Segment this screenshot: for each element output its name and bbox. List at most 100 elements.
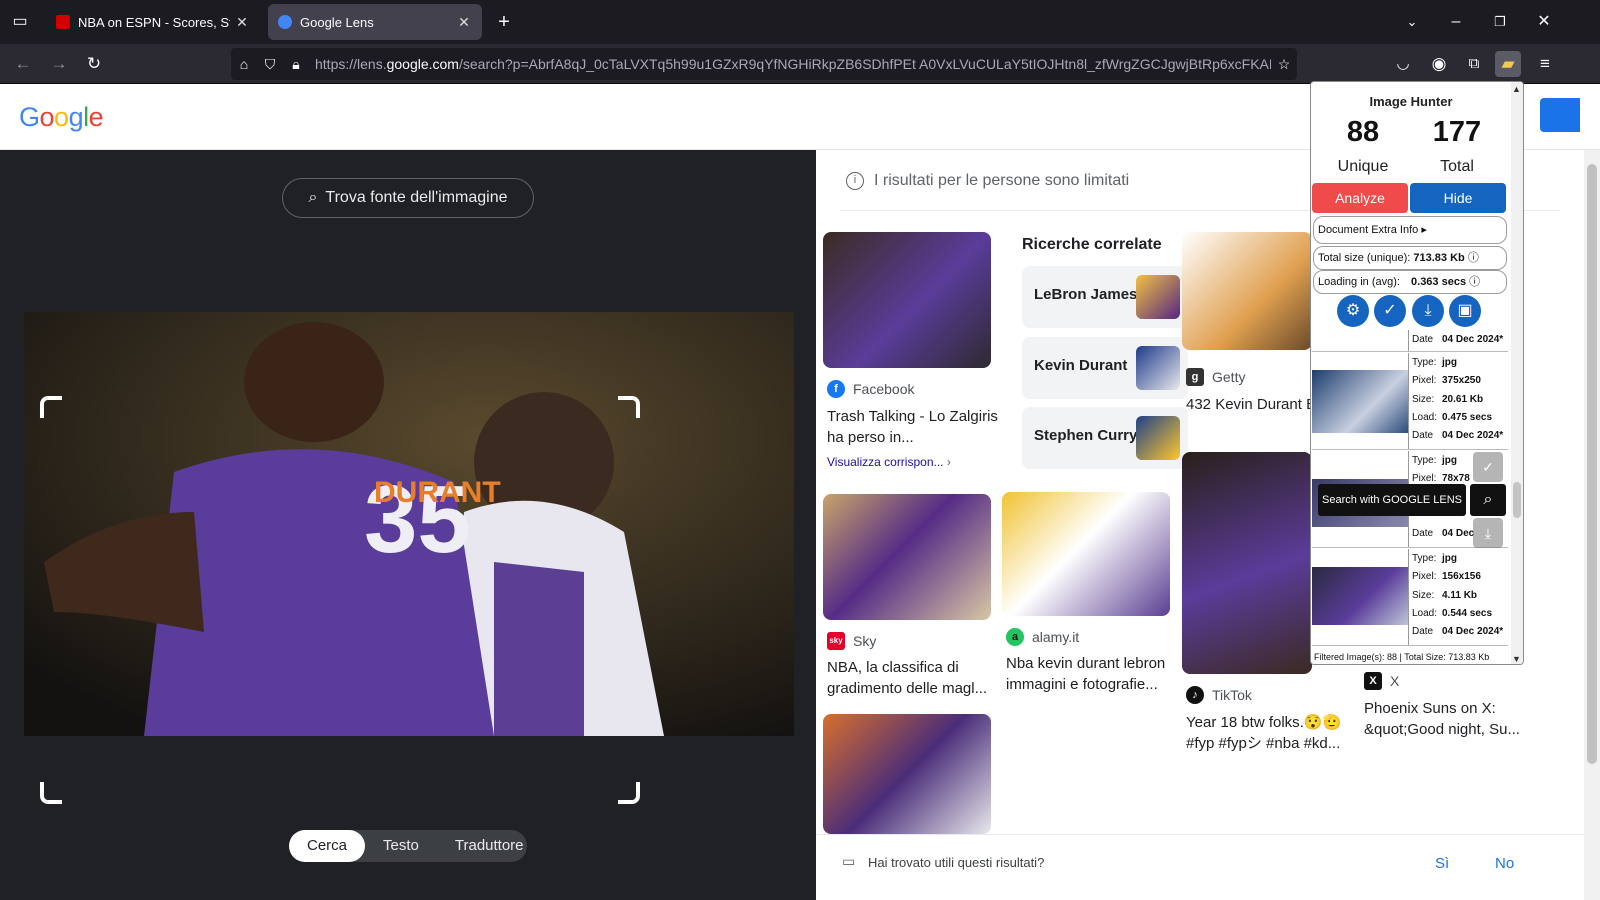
image-row: Type: jpg Pixel: 156x156 Size: 4.11 Kb Load…	[1312, 549, 1508, 646]
crop-handle-top-right[interactable]	[618, 396, 640, 418]
select-image-check-icon[interactable]: ✓	[1473, 452, 1503, 482]
download-icon[interactable]: ⤓	[1412, 295, 1444, 327]
close-tab-icon[interactable]: ✕	[234, 14, 250, 31]
list-tabs-icon[interactable]: ⌄	[1400, 10, 1424, 34]
result-image[interactable]	[823, 232, 991, 368]
hide-button[interactable]: Hide	[1410, 183, 1506, 213]
image-hunter-title: Image Hunter	[1369, 94, 1453, 109]
lock-icon[interactable]: 🔒︎	[283, 56, 309, 73]
result-title[interactable]: Trash Talking - Lo Zalgiris ha perso in.…	[827, 406, 999, 448]
mode-search[interactable]: Cerca	[289, 830, 366, 862]
feedback-yes-button[interactable]: Sì	[1435, 855, 1449, 872]
result-source[interactable]: f Facebook	[827, 380, 914, 398]
find-source-label: Trova fonte dell'immagine	[325, 189, 508, 206]
result-source[interactable]: X X	[1364, 672, 1399, 690]
result-image[interactable]	[1002, 492, 1170, 616]
result-source[interactable]: sky Sky	[827, 632, 876, 650]
espn-favicon-icon	[56, 15, 70, 29]
thumbnail-picture	[1312, 567, 1408, 625]
tracking-shield-icon[interactable]: ⛉	[257, 56, 283, 73]
x-icon: X	[1364, 672, 1382, 690]
total-count: 177	[1432, 116, 1482, 148]
unique-count: 88	[1346, 116, 1380, 148]
result-title[interactable]: Nba kevin durant lebron immagini e fotog…	[1006, 653, 1178, 695]
menu-icon[interactable]: ≡	[1532, 51, 1558, 77]
image-hunter-extension-icon[interactable]: ▰	[1495, 51, 1521, 77]
document-extra-info-toggle[interactable]: Document Extra Info ▸	[1313, 216, 1507, 244]
extensions-icon[interactable]: ⧉	[1461, 51, 1487, 77]
new-tab-button[interactable]: +	[492, 10, 516, 34]
image-thumbnail[interactable]	[1312, 353, 1409, 449]
tab-espn[interactable]: NBA on ESPN - Scores, Stats and Highligh…	[46, 4, 260, 40]
scroll-down-icon[interactable]: ▼	[1512, 654, 1521, 664]
result-image[interactable]	[1182, 232, 1312, 350]
tab-bar: ▭ NBA on ESPN - Scores, Stats and Highli…	[0, 0, 1600, 44]
close-window-icon[interactable]: ✕	[1532, 10, 1556, 34]
result-title[interactable]: Phoenix Suns on X: &quot;Good night, Su.…	[1364, 698, 1530, 740]
tab-google-lens[interactable]: Google Lens ✕	[268, 4, 482, 40]
mode-translate[interactable]: Traduttore	[437, 830, 542, 862]
page-scrollbar[interactable]	[1584, 150, 1600, 900]
feedback-question: Hai trovato utili questi risultati?	[868, 855, 1045, 870]
info-icon[interactable]: ⓘ	[1468, 252, 1479, 264]
download-image-icon[interactable]: ⤓	[1473, 518, 1503, 548]
pocket-icon[interactable]: ◡	[1390, 51, 1416, 77]
scroll-up-icon[interactable]: ▲	[1512, 84, 1521, 94]
result-image[interactable]	[823, 494, 991, 620]
crop-selection[interactable]	[40, 396, 640, 804]
restore-icon[interactable]: ❐	[1488, 10, 1512, 34]
mode-text[interactable]: Testo	[365, 830, 437, 862]
info-icon[interactable]: i	[846, 172, 864, 190]
tab-overview-icon[interactable]: ▭	[8, 10, 32, 34]
save-icon[interactable]: ▣	[1449, 295, 1481, 327]
result-image[interactable]	[1182, 452, 1312, 674]
image-row: Date 04 Dec 2024*	[1312, 330, 1508, 352]
scrollbar-thumb[interactable]	[1513, 482, 1521, 518]
settings-gear-icon[interactable]: ⚙	[1337, 295, 1369, 327]
feedback-bar: ▭ Hai trovato utili questi risultati? Sì…	[816, 834, 1600, 900]
image-hunter-footer: Filtered Image(s): 88 | Total Size: 713.…	[1314, 652, 1490, 662]
back-icon[interactable]: ←	[10, 51, 36, 77]
search-lens-icon[interactable]: ⌕	[1470, 484, 1506, 516]
reload-icon[interactable]: ↻	[81, 51, 107, 77]
close-tab-icon[interactable]: ✕	[456, 14, 472, 31]
popup-scrollbar[interactable]: ▲ ▼	[1511, 82, 1523, 664]
result-title[interactable]: Year 18 btw folks.😯🫡 #fyp #fypシ #nba #kd…	[1186, 712, 1352, 754]
facebook-icon: f	[827, 380, 845, 398]
google-logo[interactable]: Google	[19, 102, 104, 133]
view-match-link[interactable]: Visualizza corrispon... ›	[827, 455, 951, 469]
sign-in-button[interactable]	[1540, 98, 1580, 132]
related-search-durant[interactable]: Kevin Durant	[1022, 337, 1188, 399]
crop-handle-bottom-left[interactable]	[40, 782, 62, 804]
result-title[interactable]: NBA, la classifica di gradimento delle m…	[827, 657, 999, 699]
account-icon[interactable]: ◉	[1426, 51, 1452, 77]
feedback-icon: ▭	[842, 853, 856, 869]
crop-handle-top-left[interactable]	[40, 396, 62, 418]
feedback-no-button[interactable]: No	[1495, 855, 1514, 872]
related-search-curry[interactable]: Stephen Curry	[1022, 407, 1188, 469]
result-image[interactable]	[823, 714, 991, 834]
result-source[interactable]: g Getty	[1186, 368, 1245, 386]
url-bar[interactable]: ⌂ ⛉ 🔒︎ https://lens.google.com/search?p=…	[231, 48, 1297, 80]
result-source[interactable]: a alamy.it	[1006, 628, 1079, 646]
tiktok-icon: ♪	[1186, 686, 1204, 704]
bookmark-star-icon[interactable]: ☆	[1271, 56, 1297, 73]
related-thumbnail	[1136, 275, 1180, 319]
result-title[interactable]: 432 Kevin Durant B Stock Photos, High	[1186, 394, 1312, 415]
forward-icon[interactable]: →	[46, 51, 72, 77]
image-thumbnail[interactable]	[1312, 330, 1409, 351]
scrollbar-thumb[interactable]	[1587, 164, 1597, 764]
crop-handle-bottom-right[interactable]	[618, 782, 640, 804]
result-source[interactable]: ♪ TikTok	[1186, 686, 1252, 704]
related-search-lebron[interactable]: LeBron James	[1022, 266, 1188, 328]
minimize-icon[interactable]: –	[1444, 10, 1468, 34]
alamy-icon: a	[1006, 628, 1024, 646]
info-icon[interactable]: ⓘ	[1469, 276, 1480, 288]
analyze-button[interactable]: Analyze	[1312, 183, 1408, 213]
related-thumbnail	[1136, 416, 1180, 460]
reader-icon[interactable]: ⌂	[231, 56, 257, 72]
url-text[interactable]: https://lens.google.com/search?p=AbrfA8q…	[309, 56, 1271, 72]
select-check-icon[interactable]: ✓	[1374, 295, 1406, 327]
find-image-source-button[interactable]: ⌕ Trova fonte dell'immagine	[282, 178, 534, 218]
image-thumbnail[interactable]	[1312, 549, 1409, 645]
